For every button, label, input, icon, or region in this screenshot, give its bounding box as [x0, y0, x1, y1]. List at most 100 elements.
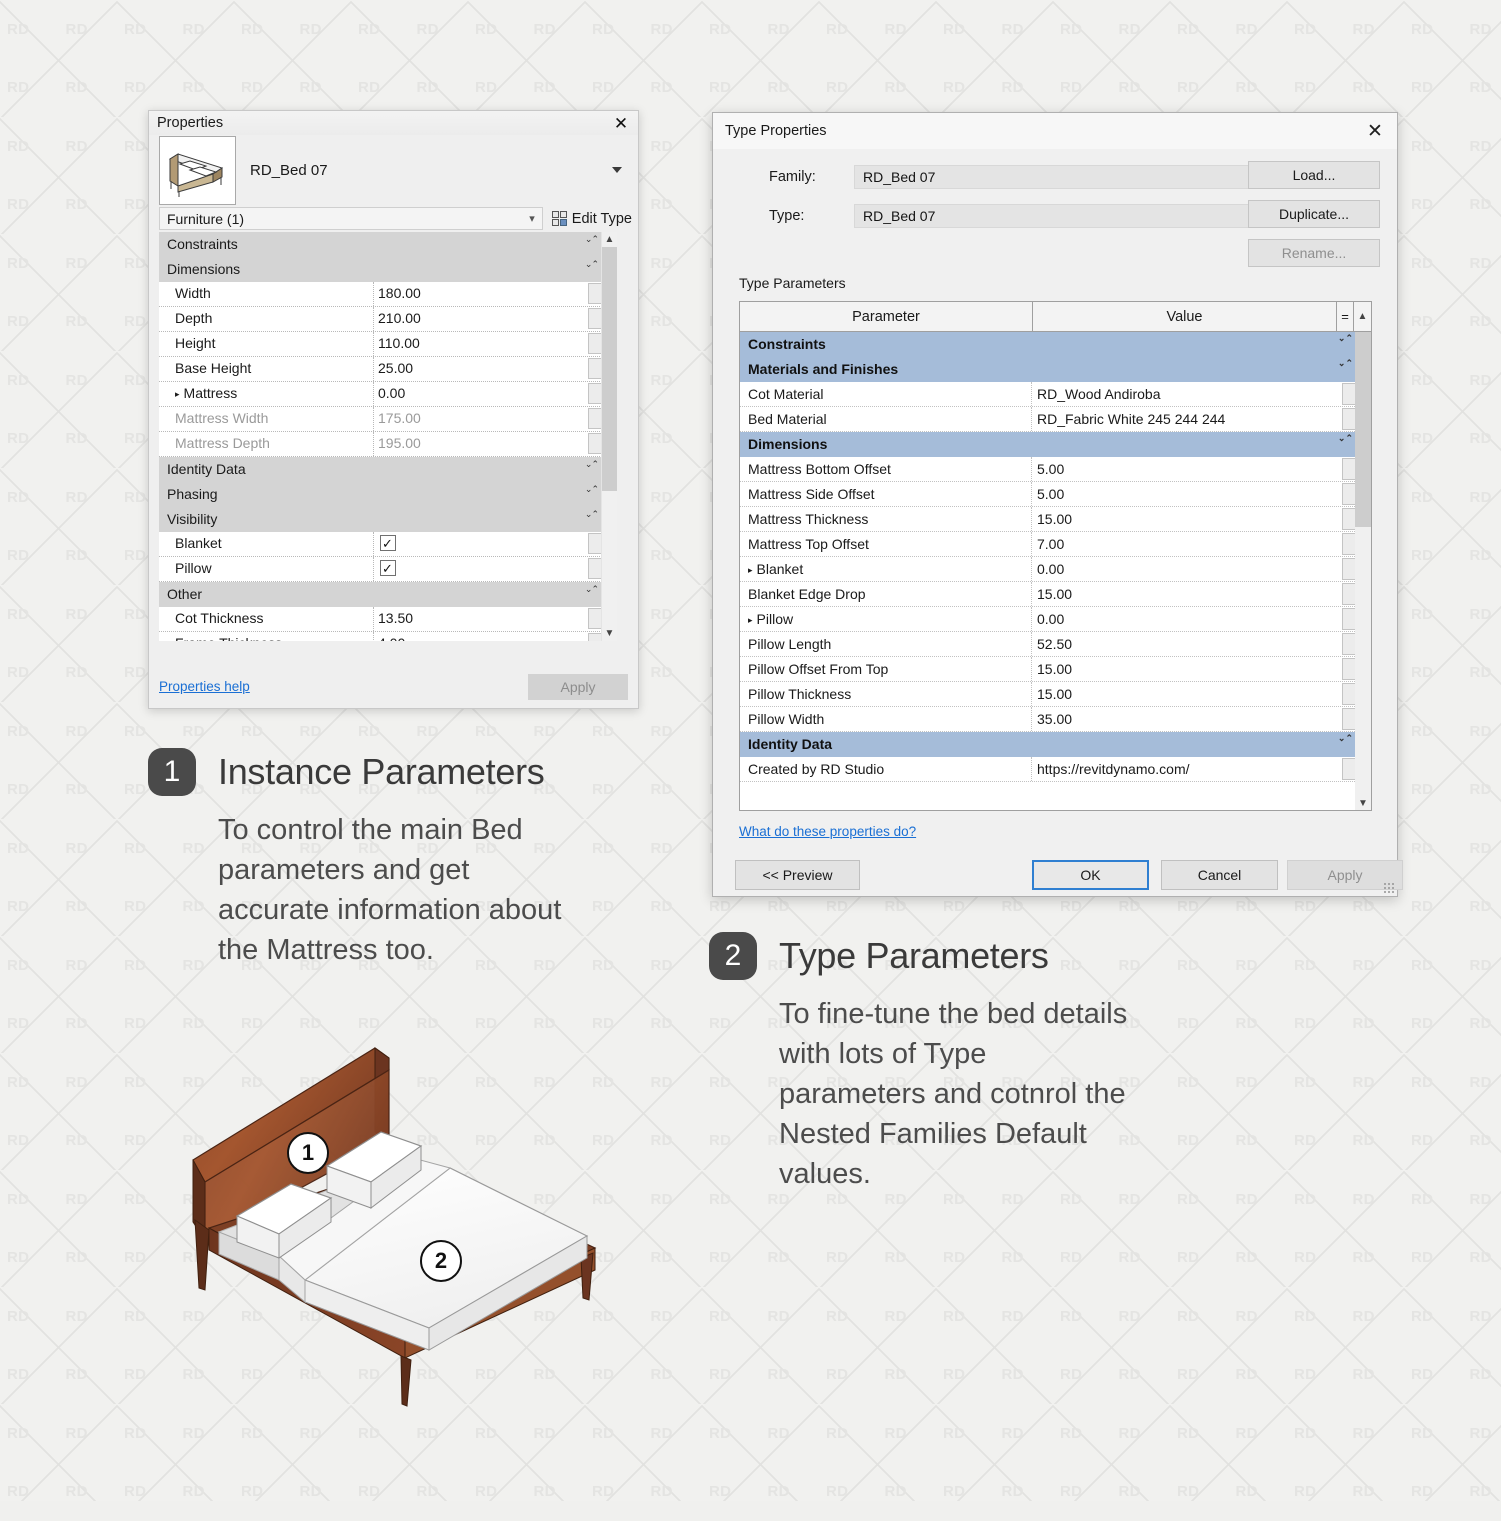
scroll-down-icon[interactable]: ▼ [602, 626, 617, 641]
type-parameter-row[interactable]: Pillow0.00 [740, 607, 1357, 632]
type-parameter-group-header[interactable]: Materials and Finishes⌄⌃ [740, 357, 1357, 382]
cell-expand-button[interactable] [1342, 508, 1356, 530]
cell-expand-button[interactable] [1342, 583, 1356, 605]
cell-expand-button[interactable] [588, 533, 602, 554]
group-expander-icon[interactable]: ⌄⌃ [1338, 733, 1353, 743]
parameter-row[interactable]: Mattress Depth195.00 [159, 432, 602, 457]
type-parameter-row[interactable]: Mattress Top Offset7.00 [740, 532, 1357, 557]
type-parameter-group-header[interactable]: Dimensions⌄⌃ [740, 432, 1357, 457]
cell-expand-button[interactable] [1342, 633, 1356, 655]
cell-expand-button[interactable] [588, 383, 602, 404]
scrollbar-thumb[interactable] [1355, 332, 1371, 527]
group-expander-icon[interactable]: ⌄⌃ [585, 484, 598, 494]
cell-expand-button[interactable] [1342, 558, 1356, 580]
parameter-group-header[interactable]: Visibility⌄⌃ [159, 507, 602, 532]
properties-help-link[interactable]: Properties help [159, 679, 528, 694]
parameter-group-header[interactable]: Identity Data⌄⌃ [159, 457, 602, 482]
edit-type-button[interactable]: Edit Type [543, 207, 632, 230]
parameter-row[interactable]: Cot Thickness13.50 [159, 607, 602, 632]
type-parameter-row[interactable]: Pillow Length52.50 [740, 632, 1357, 657]
ok-button[interactable]: OK [1032, 860, 1149, 890]
resize-grip-icon[interactable] [1383, 882, 1394, 893]
apply-button[interactable]: Apply [528, 674, 628, 700]
family-dropdown[interactable]: RD_Bed 07 ▾ [854, 165, 1264, 189]
scroll-up-icon[interactable]: ▲ [1354, 302, 1371, 331]
parameter-group-header[interactable]: Dimensions⌄⌃ [159, 257, 602, 282]
cancel-button[interactable]: Cancel [1161, 860, 1278, 890]
cell-expand-button[interactable] [588, 333, 602, 354]
close-icon[interactable]: ✕ [610, 113, 632, 133]
type-parameter-row[interactable]: Created by RD Studiohttps://revitdynamo.… [740, 757, 1357, 782]
parameter-value[interactable]: 25.00 [374, 357, 602, 381]
type-parameter-value[interactable]: 15.00 [1032, 507, 1357, 531]
cell-expand-button[interactable] [1342, 408, 1356, 430]
type-parameter-value[interactable]: 15.00 [1032, 582, 1357, 606]
type-parameter-value[interactable]: 52.50 [1032, 632, 1357, 656]
type-parameter-row[interactable]: Cot MaterialRD_Wood Andiroba [740, 382, 1357, 407]
type-parameter-row[interactable]: Pillow Width35.00 [740, 707, 1357, 732]
group-expander-icon[interactable]: ⌄⌃ [1338, 433, 1353, 443]
parameter-value[interactable]: 180.00 [374, 282, 602, 306]
cell-expand-button[interactable] [1342, 683, 1356, 705]
group-expander-icon[interactable]: ⌄⌃ [585, 459, 598, 469]
parameter-row[interactable]: Mattress0.00 [159, 382, 602, 407]
parameter-value[interactable] [374, 557, 602, 581]
cell-expand-button[interactable] [1342, 758, 1356, 780]
type-table-scrollbar[interactable]: ▼ [1355, 332, 1371, 811]
type-parameter-row[interactable]: Blanket Edge Drop15.00 [740, 582, 1357, 607]
cell-expand-button[interactable] [588, 358, 602, 379]
type-dropdown[interactable]: RD_Bed 07 ▾ [854, 204, 1264, 228]
cell-expand-button[interactable] [588, 633, 602, 641]
type-parameter-value[interactable]: RD_Fabric White 245 244 244 [1032, 407, 1357, 431]
cell-expand-button[interactable] [1342, 483, 1356, 505]
checkbox-checked-icon[interactable] [380, 560, 396, 576]
type-parameter-row[interactable]: Mattress Side Offset5.00 [740, 482, 1357, 507]
type-parameter-row[interactable]: Pillow Offset From Top15.00 [740, 657, 1357, 682]
parameter-group-header[interactable]: Other⌄⌃ [159, 582, 602, 607]
type-parameter-row[interactable]: Mattress Bottom Offset5.00 [740, 457, 1357, 482]
cell-expand-button[interactable] [1342, 658, 1356, 680]
cell-expand-button[interactable] [1342, 383, 1356, 405]
preview-button[interactable]: << Preview [735, 860, 860, 890]
checkbox-checked-icon[interactable] [380, 535, 396, 551]
parameter-value[interactable]: 0.00 [374, 382, 602, 406]
parameter-row[interactable]: Base Height25.00 [159, 357, 602, 382]
type-parameter-value[interactable]: 5.00 [1032, 457, 1357, 481]
type-parameter-row[interactable]: Mattress Thickness15.00 [740, 507, 1357, 532]
group-expander-icon[interactable]: ⌄⌃ [585, 259, 598, 269]
type-selector-dropdown[interactable]: Furniture (1) ▾ [159, 207, 543, 230]
parameter-value[interactable]: 195.00 [374, 432, 602, 456]
parameter-row[interactable]: Blanket [159, 532, 602, 557]
rename-button[interactable]: Rename... [1248, 239, 1380, 267]
scroll-up-icon[interactable]: ▲ [602, 232, 617, 247]
parameter-value[interactable]: 210.00 [374, 307, 602, 331]
type-parameter-value[interactable]: 0.00 [1032, 607, 1357, 631]
duplicate-button[interactable]: Duplicate... [1248, 200, 1380, 228]
cell-expand-button[interactable] [588, 608, 602, 629]
cell-expand-button[interactable] [1342, 708, 1356, 730]
type-parameter-value[interactable]: 7.00 [1032, 532, 1357, 556]
parameter-value[interactable]: 110.00 [374, 332, 602, 356]
cell-expand-button[interactable] [1342, 608, 1356, 630]
group-expander-icon[interactable]: ⌄⌃ [1338, 333, 1353, 343]
cell-expand-button[interactable] [1342, 533, 1356, 555]
type-parameter-group-header[interactable]: Constraints⌄⌃ [740, 332, 1357, 357]
type-parameter-value[interactable]: RD_Wood Andiroba [1032, 382, 1357, 406]
type-parameter-row[interactable]: Bed MaterialRD_Fabric White 245 244 244 [740, 407, 1357, 432]
parameter-row[interactable]: Depth210.00 [159, 307, 602, 332]
type-parameter-row[interactable]: Blanket0.00 [740, 557, 1357, 582]
group-expander-icon[interactable]: ⌄⌃ [585, 509, 598, 519]
load-button[interactable]: Load... [1248, 161, 1380, 189]
parameter-value[interactable]: 4.00 [374, 632, 602, 641]
properties-scrollbar[interactable]: ▲ ▼ [601, 232, 617, 641]
cell-expand-button[interactable] [588, 433, 602, 454]
type-parameter-value[interactable]: https://revitdynamo.com/ [1032, 757, 1357, 781]
panel-collapse-caret-icon[interactable] [612, 167, 622, 173]
type-parameter-value[interactable]: 15.00 [1032, 682, 1357, 706]
group-expander-icon[interactable]: ⌄⌃ [1338, 358, 1353, 368]
cell-expand-button[interactable] [1342, 458, 1356, 480]
parameter-value[interactable] [374, 532, 602, 556]
parameter-row[interactable]: Mattress Width175.00 [159, 407, 602, 432]
type-parameter-value[interactable]: 35.00 [1032, 707, 1357, 731]
parameter-row[interactable]: Pillow [159, 557, 602, 582]
